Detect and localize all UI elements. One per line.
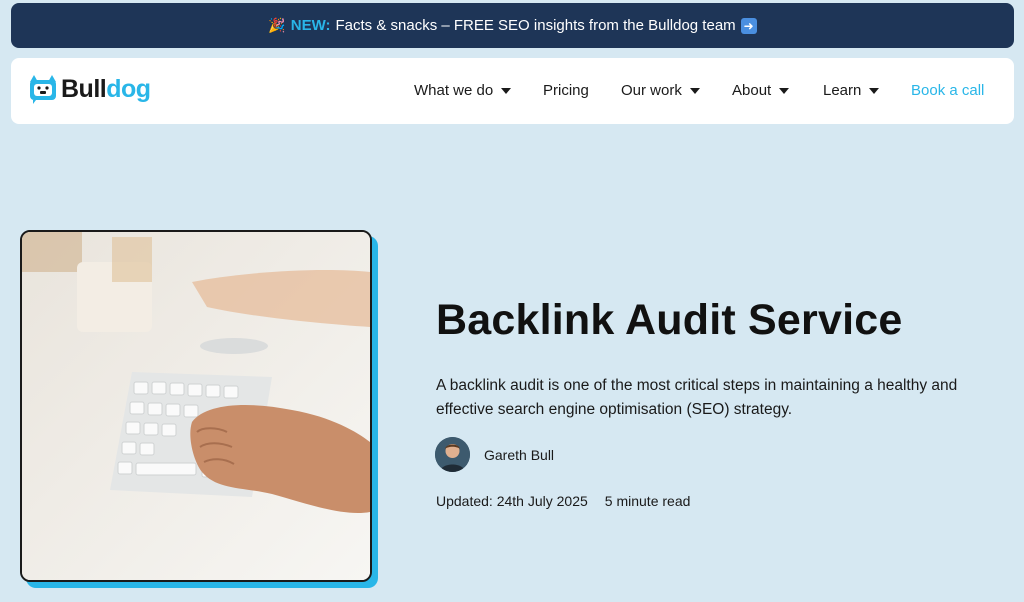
announcement-badge: NEW:	[290, 17, 331, 34]
announcement-bar[interactable]: 🎉 NEW: Facts & snacks – FREE SEO insight…	[11, 3, 1014, 48]
updated-date: Updated: 24th July 2025	[436, 493, 588, 509]
author-block[interactable]: Gareth Bull	[435, 437, 554, 472]
nav-what-we-do[interactable]: What we do	[414, 82, 512, 99]
bulldog-logo-icon	[30, 75, 56, 104]
chevron-down-icon	[779, 87, 790, 94]
hero-image	[20, 230, 378, 588]
nav-our-work[interactable]: Our work	[621, 82, 700, 99]
nav-learn[interactable]: Learn	[823, 82, 880, 99]
party-popper-icon: 🎉	[268, 17, 286, 33]
navbar: Bulldog What we do Pricing Our work Abou…	[11, 58, 1014, 124]
hero-photo	[20, 230, 372, 582]
book-call-link[interactable]: Book a call	[911, 82, 984, 99]
keyboard-photo-illustration	[22, 232, 370, 580]
page-description: A backlink audit is one of the most crit…	[436, 377, 958, 418]
nav-about[interactable]: About	[732, 82, 790, 99]
chevron-down-icon	[689, 87, 700, 94]
article-meta: Updated: 24th July 2025 5 minute read	[436, 493, 690, 509]
chevron-down-icon	[869, 87, 880, 94]
brand-logo[interactable]: Bulldog	[28, 73, 151, 105]
read-time: 5 minute read	[604, 493, 691, 509]
page-title: Backlink Audit Service	[436, 296, 903, 344]
author-name: Gareth Bull	[484, 446, 555, 463]
chevron-down-icon	[501, 87, 512, 94]
brand-name: Bulldog	[61, 74, 151, 103]
announcement-text: Facts & snacks – FREE SEO insights from …	[335, 17, 736, 34]
arrow-right-icon: ➜	[740, 17, 757, 34]
avatar	[435, 437, 470, 472]
nav-pricing[interactable]: Pricing	[543, 82, 589, 99]
